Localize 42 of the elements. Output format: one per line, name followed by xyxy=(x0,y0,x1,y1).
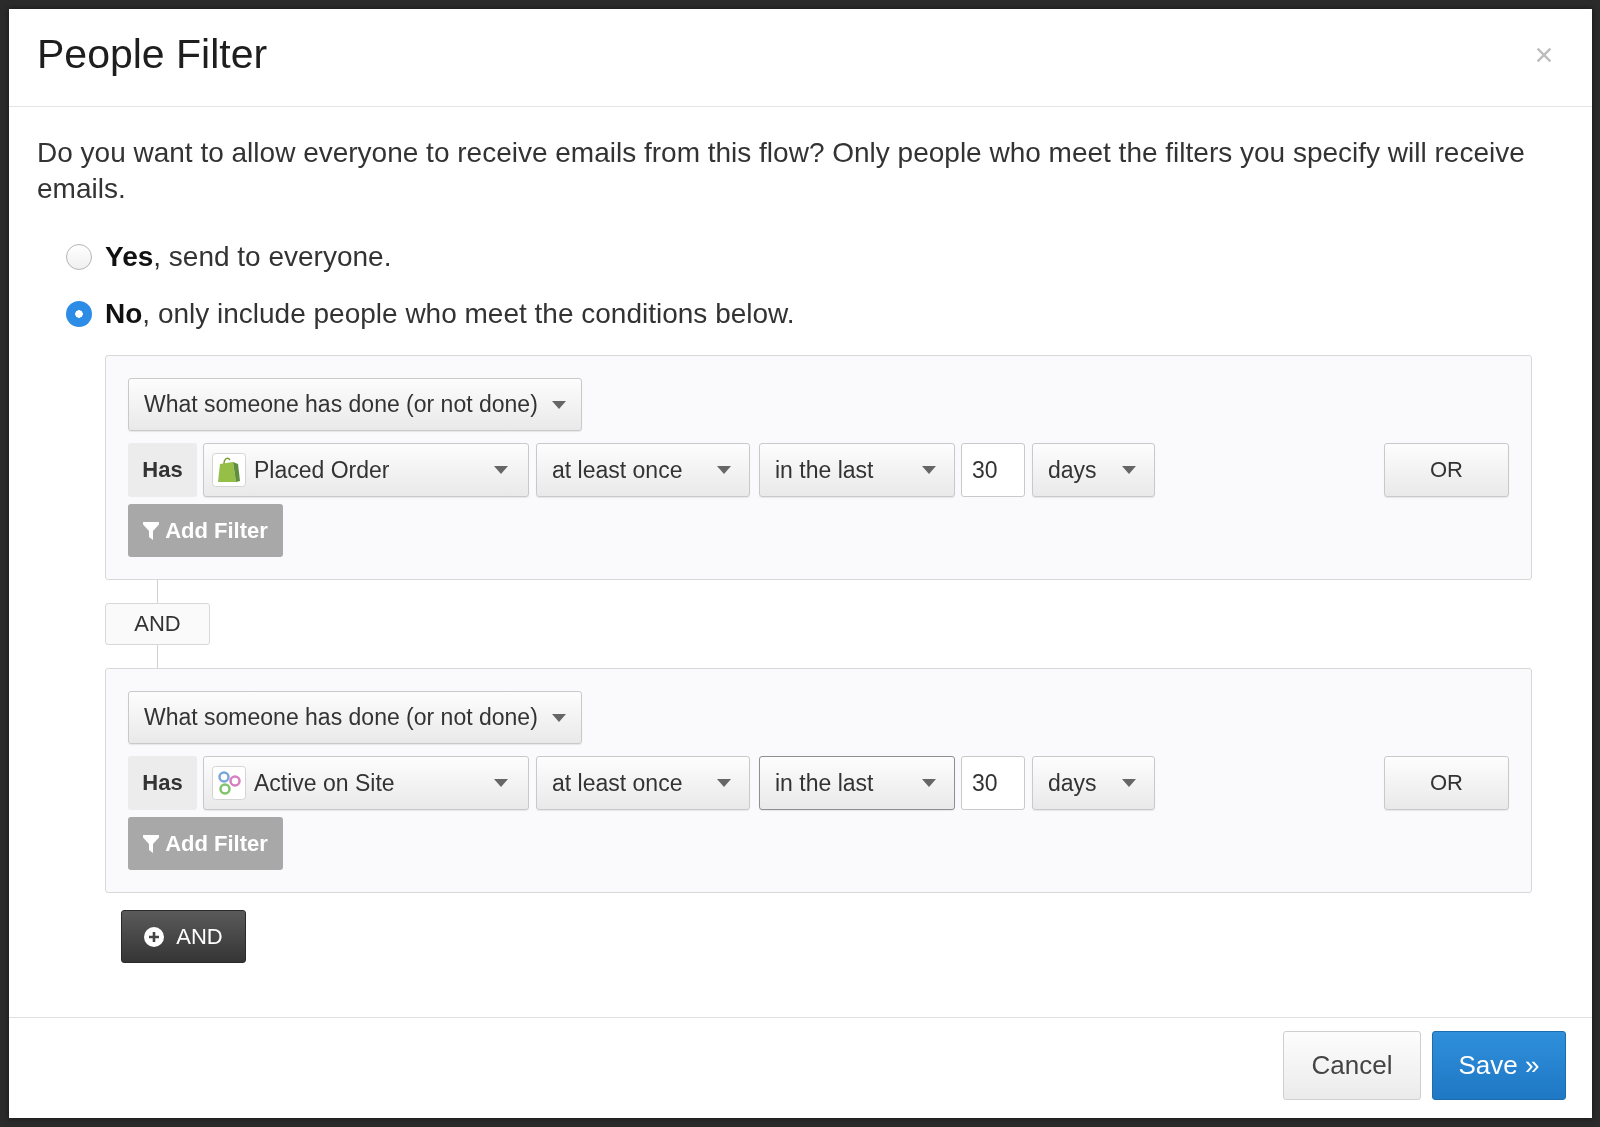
rings-icon xyxy=(212,766,246,800)
metric-dropdown[interactable]: Active on Site xyxy=(203,756,529,810)
caret-icon xyxy=(551,713,566,722)
shopping-bag-icon xyxy=(212,453,246,487)
caret-icon xyxy=(922,779,936,787)
radio-button[interactable] xyxy=(66,244,92,270)
or-button[interactable]: OR xyxy=(1384,443,1509,497)
caret-icon xyxy=(717,779,731,787)
timeframe-dropdown[interactable]: in the last xyxy=(759,443,955,497)
and-connector: AND xyxy=(105,603,210,645)
close-icon[interactable] xyxy=(1536,46,1552,63)
plus-circle-icon xyxy=(144,926,165,947)
filter-icon xyxy=(143,521,160,540)
count-input[interactable]: 30 xyxy=(961,756,1025,810)
caret-icon xyxy=(1122,779,1136,787)
caret-icon xyxy=(1122,466,1136,474)
caret-icon xyxy=(717,466,731,474)
filter-icon xyxy=(143,834,160,853)
timeframe-dropdown[interactable]: in the last xyxy=(759,756,955,810)
condition-type-dropdown[interactable]: What someone has done (or not done) xyxy=(128,691,582,744)
option-label[interactable]: No, only include people who meet the conditions below. xyxy=(105,298,795,330)
condition-type-dropdown[interactable]: What someone has done (or not done) xyxy=(128,378,582,431)
save-button[interactable]: Save » xyxy=(1432,1031,1566,1100)
count-input[interactable]: 30 xyxy=(961,443,1025,497)
prompt-text: Do you want to allow everyone to receive emails from this flow? Only people who meet the filters you specify will receive emails. xyxy=(37,136,1526,206)
caret-icon xyxy=(494,779,508,787)
caret-icon xyxy=(551,400,566,409)
radio-button[interactable] xyxy=(66,301,92,327)
dialog-title: People Filter xyxy=(37,31,268,78)
cancel-button[interactable]: Cancel xyxy=(1283,1031,1421,1100)
unit-dropdown[interactable]: days xyxy=(1032,443,1155,497)
has-label: Has xyxy=(128,443,197,497)
unit-dropdown[interactable]: days xyxy=(1032,756,1155,810)
caret-icon xyxy=(494,466,508,474)
add-and-button[interactable]: AND xyxy=(121,910,246,963)
has-label: Has xyxy=(128,756,197,810)
or-button[interactable]: OR xyxy=(1384,756,1509,810)
metric-dropdown[interactable]: Placed Order xyxy=(203,443,529,497)
option-label[interactable]: Yes, send to everyone. xyxy=(105,241,392,273)
caret-icon xyxy=(922,466,936,474)
frequency-dropdown[interactable]: at least once xyxy=(536,443,750,497)
frequency-dropdown[interactable]: at least once xyxy=(536,756,750,810)
